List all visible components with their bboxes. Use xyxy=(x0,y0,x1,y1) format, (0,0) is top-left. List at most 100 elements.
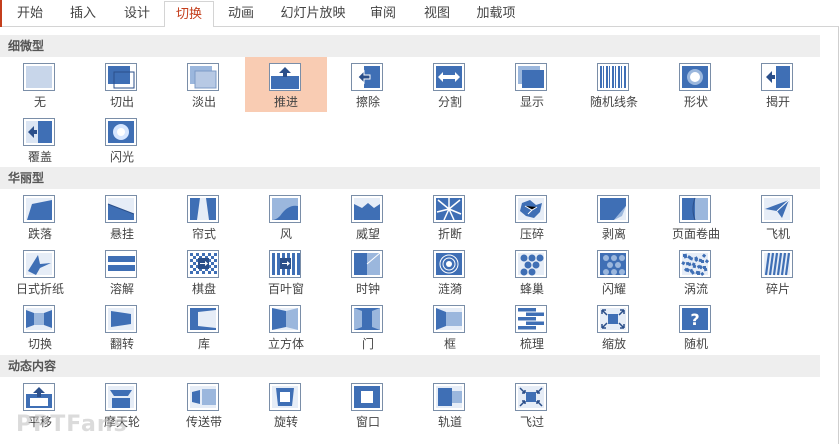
transition-item[interactable]: 切换 xyxy=(0,299,81,354)
tab-8[interactable]: 加载项 xyxy=(464,0,528,27)
tab-3[interactable]: 切换 xyxy=(164,1,214,28)
transition-item[interactable]: 闪光 xyxy=(81,112,163,167)
transition-item[interactable]: 涡流 xyxy=(655,244,737,299)
fly-through-icon xyxy=(515,383,547,411)
transition-item[interactable]: 涟漪 xyxy=(409,244,491,299)
zoom-icon xyxy=(597,305,629,333)
transition-label: 缩放 xyxy=(601,337,626,351)
split-icon xyxy=(433,63,465,91)
transition-item[interactable]: 悬挂 xyxy=(81,189,163,244)
transition-item[interactable]: 显示 xyxy=(491,57,573,112)
transition-item[interactable]: 缩放 xyxy=(573,299,655,354)
transition-item[interactable]: 棋盘 xyxy=(163,244,245,299)
fracture-icon xyxy=(433,195,465,223)
transition-item[interactable]: 揭开 xyxy=(737,57,819,112)
transition-item[interactable]: 剥离 xyxy=(573,189,655,244)
group-header: 动态内容 xyxy=(0,355,820,377)
transition-item[interactable]: 门 xyxy=(327,299,409,354)
transition-label: 闪光 xyxy=(109,150,134,164)
transition-item[interactable]: 飞过 xyxy=(491,377,573,432)
transition-label: 剥离 xyxy=(601,227,626,241)
comb-icon xyxy=(515,305,547,333)
transition-item[interactable]: 日式折纸 xyxy=(0,244,81,299)
flash-icon xyxy=(105,118,137,146)
random-bars-icon xyxy=(597,63,629,91)
drape-icon xyxy=(105,195,137,223)
transition-label: 悬挂 xyxy=(109,227,134,241)
transition-label: 覆盖 xyxy=(27,150,52,164)
transition-label: 切换 xyxy=(27,337,52,351)
transition-label: 门 xyxy=(361,337,374,351)
transition-item[interactable]: 风 xyxy=(245,189,327,244)
transition-item[interactable]: 推进 xyxy=(245,57,327,112)
transition-item[interactable]: 库 xyxy=(163,299,245,354)
transition-item[interactable]: 闪耀 xyxy=(573,244,655,299)
transition-item[interactable]: 覆盖 xyxy=(0,112,81,167)
ripple-icon xyxy=(433,250,465,278)
transition-item[interactable]: 轨道 xyxy=(409,377,491,432)
transition-label: 轨道 xyxy=(437,415,462,429)
transition-gallery: 细微型无 切出 淡出 推进 擦除 分割 显示 随机线条 形状 揭开 覆盖 闪光 华丽型 跌落 悬挂 帘式 风 威望… xyxy=(0,27,839,444)
transition-item[interactable]: 立方体 xyxy=(245,299,327,354)
tab-2[interactable]: 设计 xyxy=(110,0,164,27)
transition-item[interactable]: 飞机 xyxy=(737,189,819,244)
transition-label: 形状 xyxy=(683,95,708,109)
transition-item[interactable]: 无 xyxy=(0,57,81,112)
transition-label: 推进 xyxy=(273,95,298,109)
transition-item[interactable]: 压碎 xyxy=(491,189,573,244)
tab-1[interactable]: 插入 xyxy=(56,0,110,27)
transition-item[interactable]: 威望 xyxy=(327,189,409,244)
transition-label: 旋转 xyxy=(273,415,298,429)
cover-icon xyxy=(23,118,55,146)
transition-item[interactable]: 切出 xyxy=(81,57,163,112)
transition-item[interactable]: 梳理 xyxy=(491,299,573,354)
tab-5[interactable]: 幻灯片放映 xyxy=(270,0,356,27)
doors-icon xyxy=(351,305,383,333)
watermark: PPTFans xyxy=(16,412,128,437)
checkerboard-icon xyxy=(187,250,219,278)
switch-icon xyxy=(23,305,55,333)
tab-7[interactable]: 视图 xyxy=(410,0,464,27)
transition-item[interactable]: 框 xyxy=(409,299,491,354)
transition-item[interactable]: 分割 xyxy=(409,57,491,112)
crush-icon xyxy=(515,195,547,223)
transition-item[interactable]: 碎片 xyxy=(737,244,819,299)
transition-item[interactable]: ? 随机 xyxy=(655,299,737,354)
transition-item[interactable]: 旋转 xyxy=(245,377,327,432)
transition-item[interactable]: 窗口 xyxy=(327,377,409,432)
transition-item[interactable]: 翻转 xyxy=(81,299,163,354)
transition-item[interactable]: 百叶窗 xyxy=(245,244,327,299)
rotate-icon xyxy=(269,383,301,411)
transition-item[interactable]: 溶解 xyxy=(81,244,163,299)
transition-label: 窗口 xyxy=(355,415,380,429)
transition-label: 风 xyxy=(279,227,292,241)
transition-item[interactable]: 随机线条 xyxy=(573,57,655,112)
transition-item[interactable]: 淡出 xyxy=(163,57,245,112)
clock-icon xyxy=(351,250,383,278)
transition-label: 擦除 xyxy=(355,95,380,109)
tab-6[interactable]: 审阅 xyxy=(356,0,410,27)
transition-label: 飞过 xyxy=(519,415,544,429)
tab-4[interactable]: 动画 xyxy=(214,0,268,27)
transition-item[interactable]: 蜂巢 xyxy=(491,244,573,299)
origami-icon xyxy=(23,250,55,278)
shred-icon xyxy=(761,250,793,278)
transition-item[interactable]: 折断 xyxy=(409,189,491,244)
transition-item[interactable]: 页面卷曲 xyxy=(655,189,737,244)
ribbon-tab-bar: 开始 插入 设计 切换 动画 幻灯片放映 审阅 视图 加载项 xyxy=(0,0,839,28)
ferris-wheel-icon xyxy=(105,383,137,411)
transition-label: 闪耀 xyxy=(601,282,626,296)
reveal-icon xyxy=(515,63,547,91)
transition-item[interactable]: 擦除 xyxy=(327,57,409,112)
transition-item[interactable]: 形状 xyxy=(655,57,737,112)
curtains-icon xyxy=(187,195,219,223)
uncover-icon xyxy=(761,63,793,91)
transition-item[interactable]: 时钟 xyxy=(327,244,409,299)
transition-item[interactable]: 帘式 xyxy=(163,189,245,244)
transition-label: 页面卷曲 xyxy=(671,227,720,241)
tab-0[interactable]: 开始 xyxy=(2,0,58,27)
gallery-scrollbar[interactable] xyxy=(820,27,838,444)
wipe-icon xyxy=(351,63,383,91)
transition-item[interactable]: 跌落 xyxy=(0,189,81,244)
transition-item[interactable]: 传送带 xyxy=(163,377,245,432)
